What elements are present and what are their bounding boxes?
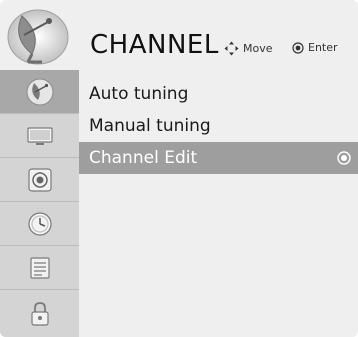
tab-channel[interactable] [0, 70, 79, 114]
clock-icon [27, 211, 52, 236]
tab-audio[interactable] [0, 158, 79, 202]
speaker-icon [27, 167, 52, 192]
tab-option[interactable] [0, 290, 79, 337]
page-title: CHANNEL [90, 30, 219, 60]
move-hint-label: Move [243, 42, 273, 55]
satellite-dish-icon [7, 9, 69, 65]
padlock-icon [30, 301, 49, 326]
ok-button-icon [337, 151, 351, 165]
menu-item-label: Auto tuning [89, 84, 189, 104]
menu-item-label: Manual tuning [89, 116, 211, 136]
enter-hint-label: Enter [308, 41, 338, 54]
category-tab-bar [0, 70, 79, 337]
menu-item-label: Channel Edit [89, 148, 198, 168]
ok-button-icon [292, 41, 304, 54]
four-way-arrow-icon [224, 41, 239, 56]
tab-lock[interactable] [0, 246, 79, 290]
menu-list: Auto tuning Manual tuning Channel Edit [79, 70, 358, 337]
menu-header: CHANNEL Move Enter [0, 0, 358, 70]
enter-hint: Enter [292, 41, 338, 54]
tab-time[interactable] [0, 202, 79, 246]
setup-menu-panel: CHANNEL Move Enter Auto tuning Manual tu… [0, 0, 358, 337]
menu-item-channel-edit[interactable]: Channel Edit [79, 142, 358, 174]
monitor-icon [26, 126, 53, 145]
move-hint: Move [224, 41, 273, 56]
menu-item-manual-tuning[interactable]: Manual tuning [79, 110, 358, 142]
satellite-dish-icon [26, 78, 53, 105]
tab-picture[interactable] [0, 114, 79, 158]
menu-item-auto-tuning[interactable]: Auto tuning [79, 78, 358, 110]
lock-list-icon [29, 256, 50, 279]
